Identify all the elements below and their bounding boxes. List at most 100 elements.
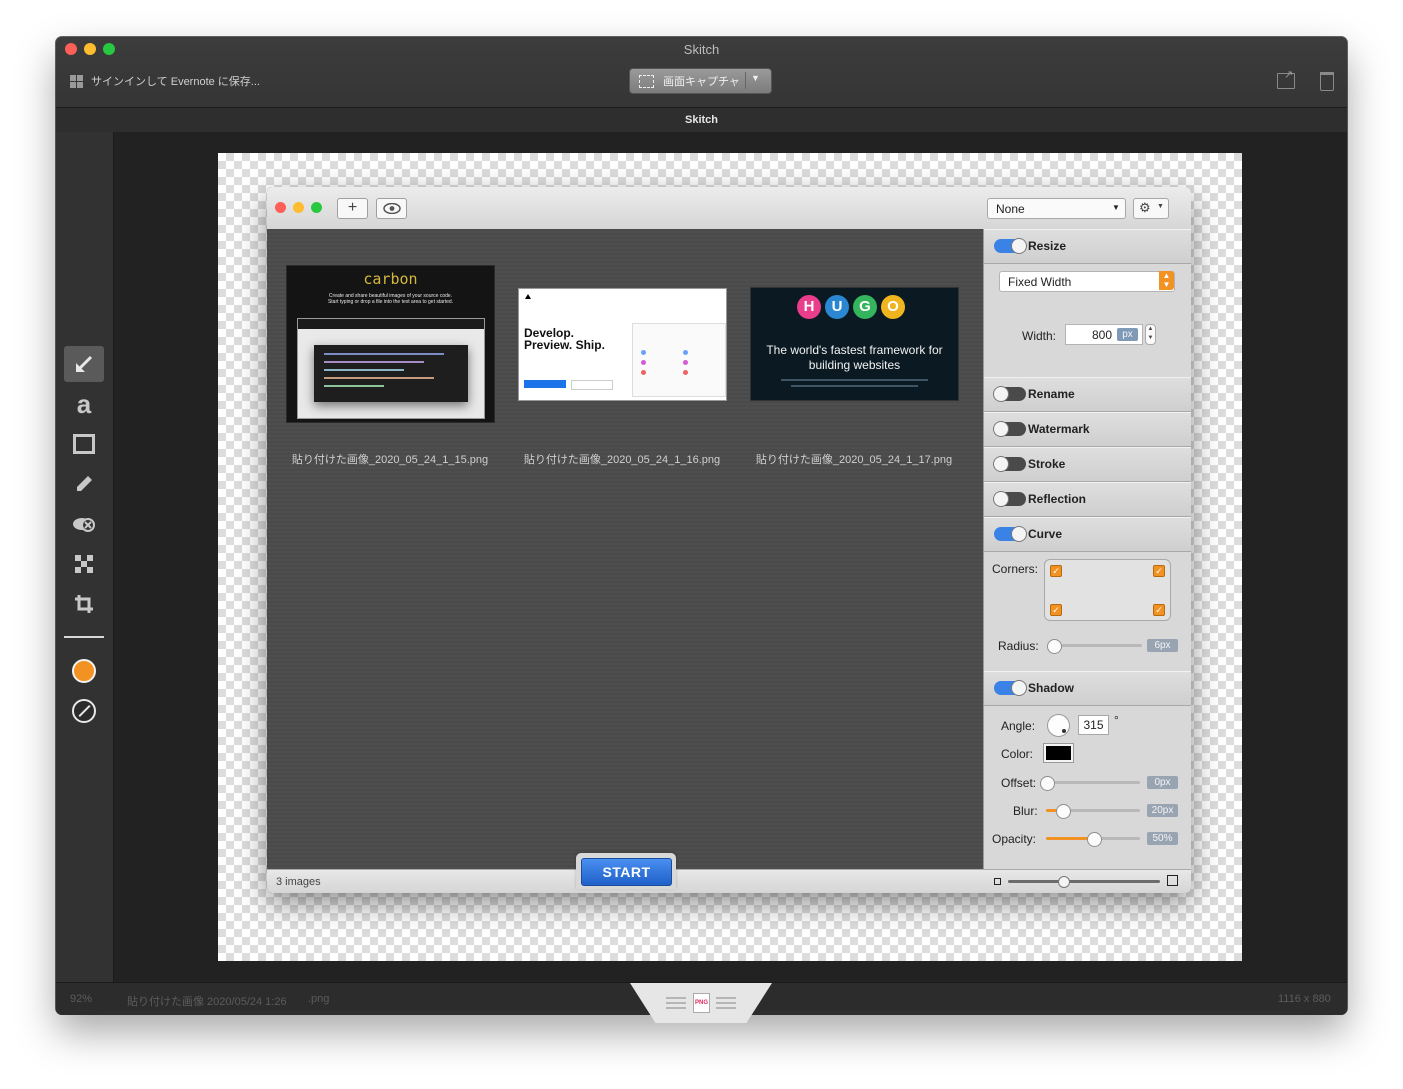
palette-divider xyxy=(64,636,104,638)
blur-slider[interactable] xyxy=(1046,804,1140,819)
shadow-toggle[interactable] xyxy=(994,681,1026,695)
drag-export-tab[interactable]: PNG xyxy=(630,983,772,1023)
chevron-down-icon: ▼ xyxy=(1157,203,1164,210)
thumbnail-size-knob[interactable] xyxy=(1058,876,1070,888)
stroke-toggle[interactable] xyxy=(994,457,1026,471)
thumbnail-vercel[interactable]: Develop. Preview. Ship. xyxy=(518,288,727,401)
contact-button xyxy=(571,380,613,390)
tool-palette: a xyxy=(56,132,114,982)
stroke-label: Stroke xyxy=(1028,457,1066,471)
add-images-button[interactable]: + xyxy=(337,198,368,219)
width-stepper[interactable]: ▲ ▼ xyxy=(1145,324,1156,345)
radius-label: Radius: xyxy=(998,639,1039,653)
thumbnail-label: 貼り付けた画像_2020_05_24_1_15.png xyxy=(291,454,489,466)
offset-label: Offset: xyxy=(1001,776,1037,790)
resize-section-header[interactable]: Resize xyxy=(984,229,1191,264)
resize-mode-value: Fixed Width xyxy=(1008,275,1072,289)
corner-bottom-right-checkbox[interactable]: ✓ xyxy=(1153,604,1165,616)
signin-label: サインインして Evernote に保存... xyxy=(91,76,260,88)
capture-dropdown-icon[interactable]: ▼ xyxy=(751,73,760,83)
gear-icon: ⚙ xyxy=(1139,200,1151,215)
blur-eye-tool-icon[interactable] xyxy=(64,506,104,542)
reflection-section-header[interactable]: Reflection xyxy=(984,482,1191,517)
watermark-section-header[interactable]: Watermark xyxy=(984,412,1191,447)
hugo-letter: G xyxy=(853,295,877,319)
carbon-editor-preview xyxy=(297,318,485,419)
curve-section-header[interactable]: Curve xyxy=(984,517,1191,552)
capture-label: 画面キャプチャ xyxy=(663,76,740,88)
arrow-tool-icon[interactable] xyxy=(64,346,104,382)
deploy-button xyxy=(524,380,566,388)
start-button-bay: START xyxy=(576,853,676,889)
image-count: 3 images xyxy=(276,876,321,888)
width-input[interactable]: 800 px xyxy=(1065,324,1143,345)
window-title: Skitch xyxy=(683,42,720,57)
opacity-slider[interactable] xyxy=(1046,832,1140,847)
corner-top-left-checkbox[interactable]: ✓ xyxy=(1050,565,1062,577)
color-picker-swatch[interactable] xyxy=(72,659,96,683)
png-badge: PNG xyxy=(694,1000,708,1006)
reflection-toggle[interactable] xyxy=(994,492,1026,506)
triangle-logo-icon xyxy=(525,294,531,299)
vercel-preview-window xyxy=(632,323,726,397)
shadow-color-swatch[interactable] xyxy=(1043,743,1074,763)
angle-input[interactable]: 315 xyxy=(1078,715,1109,735)
embedded-minimize-button[interactable] xyxy=(293,202,304,213)
resize-toggle[interactable] xyxy=(994,239,1026,253)
corner-bottom-left-checkbox[interactable]: ✓ xyxy=(1050,604,1062,616)
opacity-value: 50% xyxy=(1147,832,1178,845)
stroke-width-icon[interactable] xyxy=(72,699,96,723)
offset-slider[interactable] xyxy=(1040,776,1140,791)
preview-eye-button[interactable] xyxy=(376,198,407,219)
zoom-level[interactable]: 92% xyxy=(70,993,92,1005)
shadow-label: Shadow xyxy=(1028,681,1075,695)
settings-gear-button[interactable]: ⚙ ▼ xyxy=(1133,198,1169,219)
thumbnail-carbon[interactable]: carbon Create and share beautiful images… xyxy=(286,265,495,423)
evernote-grid-icon xyxy=(70,74,83,88)
rename-section-header[interactable]: Rename xyxy=(984,377,1191,412)
signin-evernote-button[interactable]: サインインして Evernote に保存... xyxy=(70,73,260,89)
marker-tool-icon[interactable] xyxy=(64,466,104,502)
trash-icon[interactable] xyxy=(1320,72,1334,91)
watermark-toggle[interactable] xyxy=(994,422,1026,436)
embedded-app-window: + None ▼ ⚙ ▼ carbon Create and share bea… xyxy=(267,187,1191,893)
width-unit: px xyxy=(1117,328,1138,341)
file-format[interactable]: .png xyxy=(308,993,329,1005)
corners-label: Corners: xyxy=(992,562,1039,576)
curve-toggle[interactable] xyxy=(994,527,1026,541)
text-tool-icon[interactable]: a xyxy=(64,386,104,422)
width-value: 800 xyxy=(1092,328,1113,342)
stroke-section-header[interactable]: Stroke xyxy=(984,447,1191,482)
small-thumbnail-icon xyxy=(994,878,1001,885)
resize-mode-select[interactable]: Fixed Width ▲ ▼ xyxy=(999,271,1175,292)
crop-tool-icon[interactable] xyxy=(64,586,104,622)
file-name[interactable]: 貼り付けた画像 2020/05/24 1:26 xyxy=(127,993,287,1009)
rename-label: Rename xyxy=(1028,387,1075,401)
screen-capture-button[interactable]: 画面キャプチャ ▼ xyxy=(629,68,772,94)
share-icon[interactable]: ↗ xyxy=(1277,69,1295,89)
corners-box: ✓ ✓ ✓ ✓ xyxy=(1044,559,1171,621)
hugo-tagline-1: The world's fastest framework for xyxy=(766,343,943,357)
rectangle-tool-icon[interactable] xyxy=(64,426,104,462)
opacity-label: Opacity: xyxy=(992,832,1037,846)
title-bar: Skitch サインインして Evernote に保存... 画面キャプチャ ▼… xyxy=(56,37,1347,133)
skitch-window: Skitch サインインして Evernote に保存... 画面キャプチャ ▼… xyxy=(56,37,1347,1023)
embedded-close-button[interactable] xyxy=(275,202,286,213)
embedded-zoom-button[interactable] xyxy=(311,202,322,213)
corner-top-right-checkbox[interactable]: ✓ xyxy=(1153,565,1165,577)
thumbnail-size-slider[interactable] xyxy=(1008,876,1160,888)
preset-select[interactable]: None ▼ xyxy=(987,198,1126,219)
thumbnail-hugo[interactable]: H U G O The world's fastest framework fo… xyxy=(750,287,959,401)
radius-slider[interactable] xyxy=(1046,639,1142,654)
rename-toggle[interactable] xyxy=(994,387,1026,401)
shadow-section-header[interactable]: Shadow xyxy=(984,671,1191,706)
hugo-letter: U xyxy=(825,295,849,319)
hugo-tagline-2: building websites xyxy=(808,358,901,372)
angle-dial[interactable] xyxy=(1047,714,1070,737)
resize-label: Resize xyxy=(1028,239,1067,253)
blur-value: 20px xyxy=(1147,804,1178,817)
start-button[interactable]: START xyxy=(581,858,672,886)
thumbnail-label: 貼り付けた画像_2020_05_24_1_16.png xyxy=(523,454,721,466)
pixelate-tool-icon[interactable] xyxy=(64,546,104,582)
watermark-label: Watermark xyxy=(1028,422,1090,436)
